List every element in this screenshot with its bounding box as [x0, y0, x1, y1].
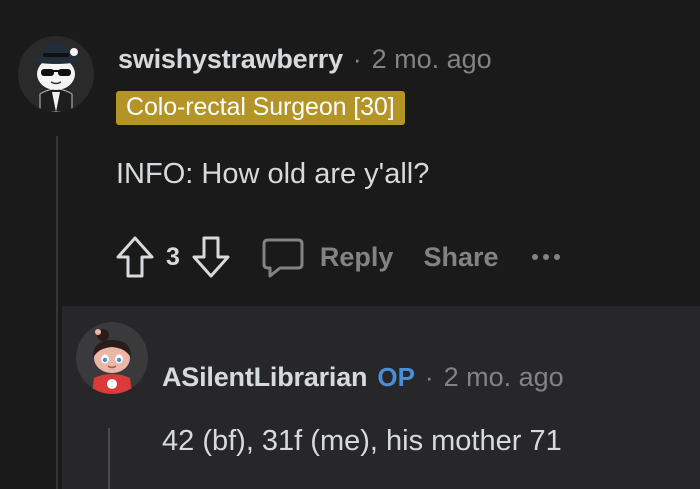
- avatar[interactable]: [76, 322, 148, 394]
- comment-actions: 3 Reply Share: [112, 232, 561, 282]
- reply-comment-panel: [62, 306, 700, 489]
- comment-body: 42 (bf), 31f (me), his mother 71: [162, 425, 562, 457]
- share-button[interactable]: Share: [423, 242, 498, 273]
- avatar[interactable]: [18, 36, 94, 112]
- vote-score: 3: [166, 242, 180, 271]
- username-link[interactable]: swishystrawberry: [118, 44, 343, 75]
- comment-thread: swishystrawberry · 2 mo. ago Colo-rectal…: [0, 0, 700, 489]
- meta-separator: ·: [352, 44, 362, 74]
- comment-body: INFO: How old are y'all?: [116, 158, 430, 190]
- username-link[interactable]: ASilentLibrarian: [162, 362, 368, 393]
- upvote-icon[interactable]: [112, 233, 158, 281]
- downvote-icon[interactable]: [188, 233, 234, 281]
- thread-collapse-line[interactable]: [56, 136, 58, 489]
- snoo-avatar-icon: [18, 36, 94, 112]
- snoo-avatar-icon: [76, 322, 148, 394]
- meta-separator: ·: [424, 362, 434, 392]
- reply-label: Reply: [319, 241, 394, 272]
- comment-meta: ASilentLibrarian OP · 2 mo. ago: [162, 362, 564, 393]
- timestamp[interactable]: 2 mo. ago: [372, 44, 492, 75]
- thread-collapse-line[interactable]: [108, 428, 110, 489]
- more-options-icon[interactable]: [532, 254, 561, 260]
- speech-bubble-icon: [262, 238, 304, 278]
- timestamp[interactable]: 2 mo. ago: [444, 362, 564, 393]
- comment-meta: swishystrawberry · 2 mo. ago: [118, 44, 492, 75]
- user-flair: Colo-rectal Surgeon [30]: [116, 91, 405, 125]
- op-badge: OP: [377, 362, 415, 392]
- reply-button[interactable]: Reply: [260, 236, 394, 278]
